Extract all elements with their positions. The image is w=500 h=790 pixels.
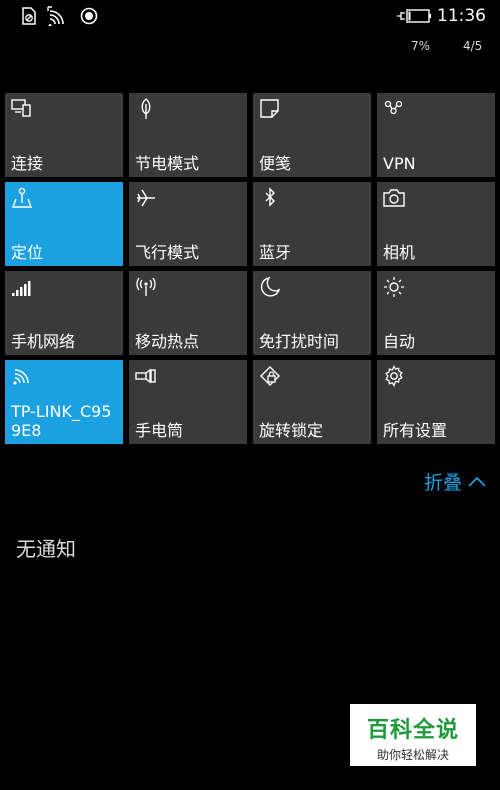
tile-hotspot[interactable]: 移动热点: [129, 271, 247, 355]
tile-label: 自动: [383, 332, 416, 351]
tile-vpn[interactable]: VPN: [377, 93, 495, 177]
wifi-status-icon: [47, 6, 64, 26]
tile-quiet-hours[interactable]: 免打扰时间: [253, 271, 371, 355]
rotation-lock-icon: [260, 366, 280, 386]
no-sim-icon: [22, 7, 36, 25]
hotspot-icon: [136, 277, 156, 296]
clock: 11:36: [437, 6, 486, 26]
tile-label: 所有设置: [383, 421, 448, 440]
tile-label: 节电模式: [135, 154, 200, 173]
tile-label: 便笺: [259, 154, 292, 173]
moon-icon: [260, 276, 281, 297]
location-icon: [11, 187, 33, 208]
tile-label: 相机: [383, 243, 416, 262]
bluetooth-icon: [265, 187, 275, 207]
tile-label: 旋转锁定: [259, 421, 324, 440]
tile-flashlight[interactable]: 手电筒: [129, 360, 247, 444]
tile-cellular[interactable]: 手机网络: [5, 271, 123, 355]
vpn-icon: [384, 100, 403, 115]
battery-charging-icon: [397, 9, 431, 23]
tile-label: TP-LINK_C959E8: [11, 402, 112, 440]
camera-icon: [383, 189, 405, 207]
flashlight-icon: [135, 368, 156, 384]
collapse-label: 折叠: [423, 472, 462, 494]
no-notifications-text: 无通知: [16, 537, 76, 561]
tile-label: 定位: [11, 243, 44, 262]
tile-note[interactable]: 便笺: [253, 93, 371, 177]
tile-label: 蓝牙: [259, 243, 292, 262]
cellular-icon: [12, 281, 31, 296]
quick-actions-grid: 连接 节电模式 便笺 VPN 定位 飞行模式 蓝牙 相机 手机网络 移动热点 免…: [5, 93, 496, 444]
tile-label: 手机网络: [11, 332, 76, 351]
tile-rotation-lock[interactable]: 旋转锁定: [253, 360, 371, 444]
location-status-icon: [80, 7, 98, 25]
battery-percent: 7%: [411, 39, 431, 53]
tile-bluetooth[interactable]: 蓝牙: [253, 182, 371, 266]
battery-saver-icon: [141, 98, 151, 119]
connect-icon: [11, 99, 31, 117]
airplane-icon: [137, 189, 155, 207]
tile-wifi[interactable]: TP-LINK_C959E8: [5, 360, 123, 444]
settings-gear-icon: [385, 365, 403, 387]
note-icon: [260, 99, 279, 118]
tile-label: 连接: [11, 154, 44, 173]
tile-label: 移动热点: [135, 332, 200, 351]
tile-battery-saver[interactable]: 节电模式: [129, 93, 247, 177]
watermark-logo: 百科全说 助你轻松解决: [350, 704, 476, 766]
tile-airplane[interactable]: 飞行模式: [129, 182, 247, 266]
tile-label: 飞行模式: [135, 243, 200, 262]
watermark-subtitle: 助你轻松解决: [376, 748, 449, 762]
tile-location[interactable]: 定位: [5, 182, 123, 266]
tile-label: VPN: [383, 154, 416, 173]
wifi-icon: [13, 369, 29, 385]
tile-label: 免打扰时间: [259, 332, 340, 351]
brightness-icon: [384, 277, 404, 297]
tile-brightness[interactable]: 自动: [377, 271, 495, 355]
collapse-button[interactable]: 折叠: [424, 468, 486, 495]
tile-connect[interactable]: 连接: [5, 93, 123, 177]
status-bar: 11:36 7% 4/5: [0, 0, 500, 53]
tile-label: 手电筒: [135, 421, 184, 440]
chevron-up-icon: [468, 476, 486, 487]
watermark-title: 百科全说: [366, 718, 459, 743]
page-indicator: 4/5: [463, 39, 483, 53]
tile-camera[interactable]: 相机: [377, 182, 495, 266]
tile-all-settings[interactable]: 所有设置: [377, 360, 495, 444]
